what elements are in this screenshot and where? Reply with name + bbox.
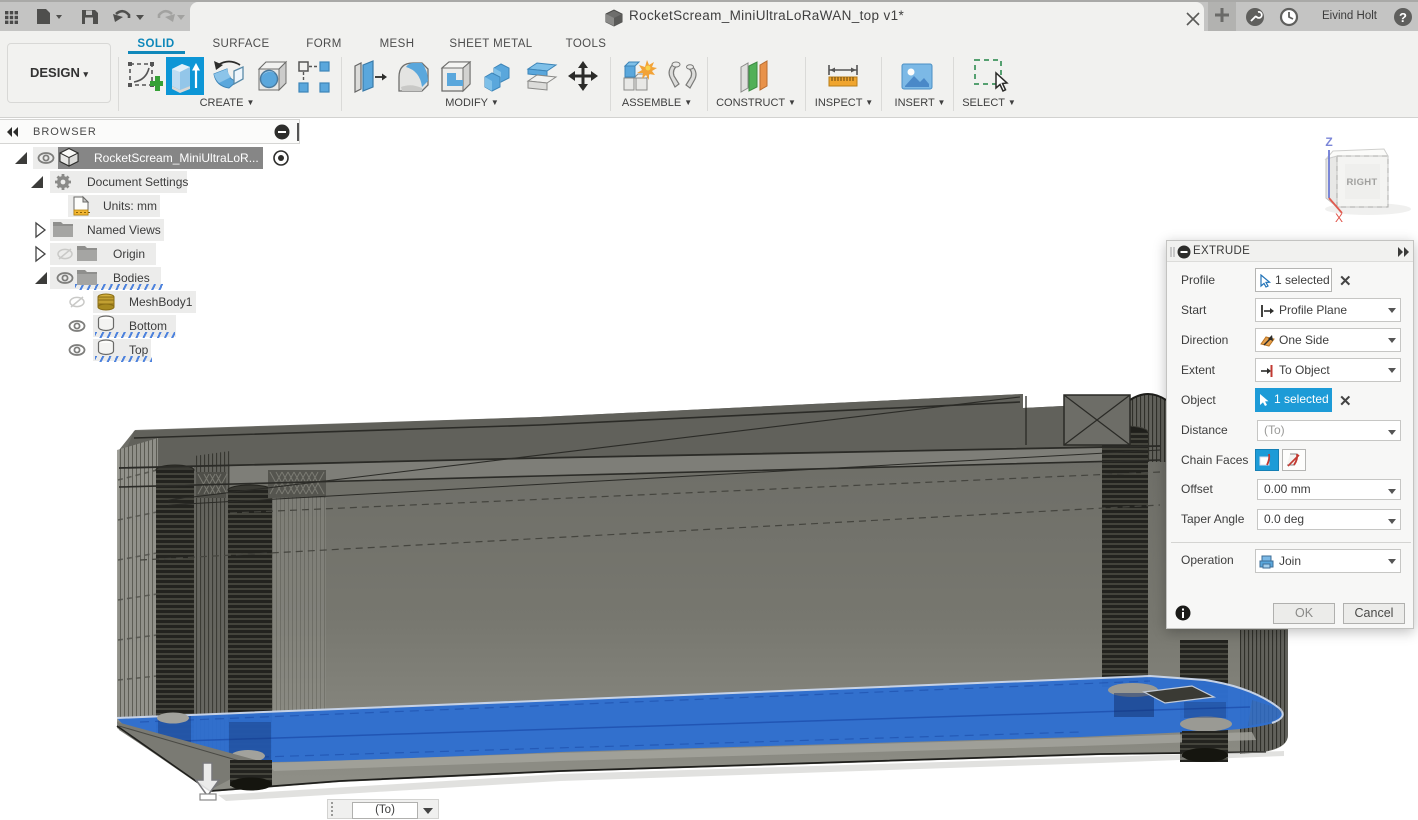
svg-text:X: X	[1335, 211, 1343, 225]
svg-text:Z: Z	[1325, 135, 1332, 149]
svg-text:RIGHT: RIGHT	[1346, 177, 1377, 188]
svg-text:?: ?	[1399, 10, 1407, 25]
